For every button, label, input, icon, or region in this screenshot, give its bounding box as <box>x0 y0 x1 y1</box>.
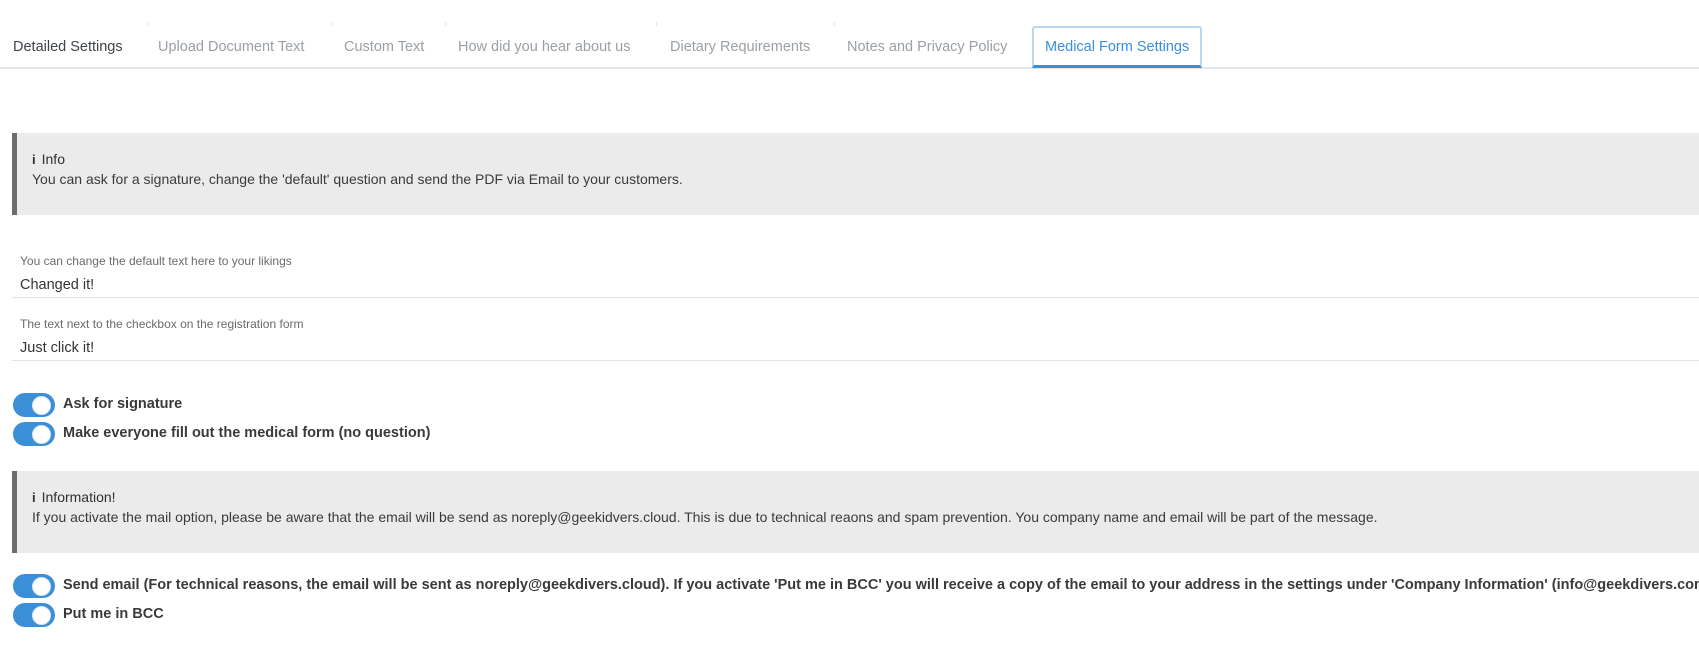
everyone-fill-label: Make everyone fill out the medical form … <box>63 425 431 441</box>
toggle-knob <box>32 606 51 625</box>
ask-signature-toggle[interactable] <box>13 393 55 417</box>
info-text: You can ask for a signature, change the … <box>32 171 683 187</box>
send-email-toggle[interactable] <box>13 574 55 598</box>
information-box: i Information! If you activate the mail o… <box>12 471 1699 553</box>
tab-custom-text[interactable]: Custom Text <box>331 26 437 68</box>
information-text: If you activate the mail option, please … <box>32 509 1378 525</box>
tab-how-did-you-hear[interactable]: How did you hear about us <box>445 26 644 68</box>
tab-upload-document-text[interactable]: Upload Document Text <box>145 26 317 68</box>
tab-dietary-requirements[interactable]: Dietary Requirements <box>657 26 823 68</box>
send-email-label: Send email (For technical reasons, the e… <box>63 577 1699 593</box>
ask-signature-label: Ask for signature <box>63 396 183 412</box>
checkbox-text-field[interactable]: The text next to the checkbox on the reg… <box>12 313 1699 361</box>
toggle-knob <box>32 425 51 444</box>
info-icon: i <box>32 490 36 505</box>
information-title: i Information! <box>32 489 116 505</box>
bcc-label: Put me in BCC <box>63 606 164 622</box>
checkbox-text-label: The text next to the checkbox on the reg… <box>20 317 304 331</box>
tab-notes-privacy-policy[interactable]: Notes and Privacy Policy <box>834 26 1020 68</box>
toggle-knob <box>32 396 51 415</box>
everyone-fill-toggle[interactable] <box>13 422 55 446</box>
info-icon: i <box>32 152 36 167</box>
info-box: i Info You can ask for a signature, chang… <box>12 133 1699 215</box>
info-title: i Info <box>32 151 65 167</box>
checkbox-text-input[interactable]: Just click it! <box>20 340 94 356</box>
tab-detailed-settings[interactable]: Detailed Settings <box>0 26 136 68</box>
settings-tabs: Detailed Settings Upload Document Text C… <box>0 0 1699 69</box>
tab-medical-form-settings[interactable]: Medical Form Settings <box>1032 26 1203 68</box>
default-text-field[interactable]: You can change the default text here to … <box>12 250 1699 298</box>
default-text-label: You can change the default text here to … <box>20 254 292 268</box>
toggle-knob <box>32 577 51 596</box>
default-text-input[interactable]: Changed it! <box>20 277 94 293</box>
bcc-toggle[interactable] <box>13 603 55 627</box>
